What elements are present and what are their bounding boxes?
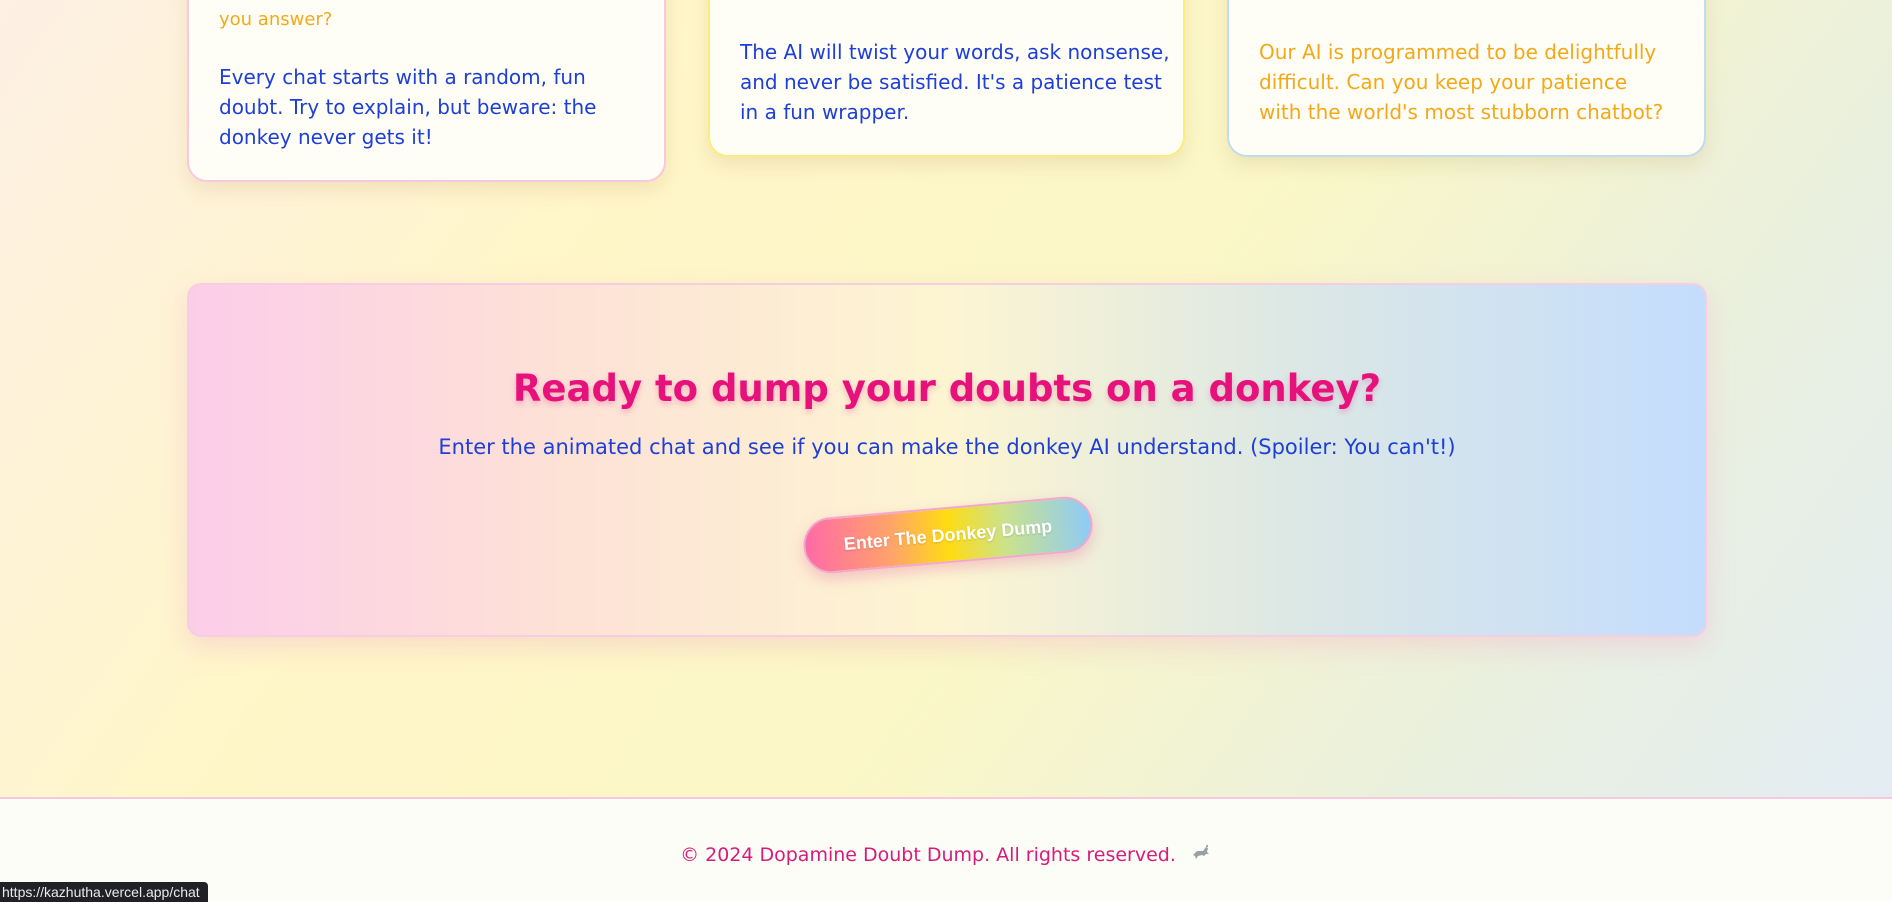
enter-donkey-dump-button[interactable]: Enter The Donkey Dump [801,494,1095,576]
status-bar-url: https://kazhutha.vercel.app/chat [0,882,208,902]
footer-copyright: © 2024 Dopamine Doubt Dump. All rights r… [680,844,1176,866]
donkey-icon [1190,844,1212,866]
feature-card-1: you answer? Every chat starts with a ran… [187,0,666,182]
cta-panel: Ready to dump your doubts on a donkey? E… [187,283,1707,637]
feature-card-3: Our AI is programmed to be delightfully … [1227,0,1706,157]
footer-copyright-line: © 2024 Dopamine Doubt Dump. All rights r… [0,843,1892,866]
cta-subtitle: Enter the animated chat and see if you c… [438,435,1456,459]
card-1-text-blue: Every chat starts with a random, fun dou… [219,65,597,149]
footer: © 2024 Dopamine Doubt Dump. All rights r… [0,797,1892,902]
card-2-text-blue: The AI will twist your words, ask nonsen… [740,40,1170,124]
cta-title: Ready to dump your doubts on a donkey? [512,367,1382,410]
card-3-text-orange: Our AI is programmed to be delightfully … [1259,40,1664,124]
feature-card-2: The AI will twist your words, ask nonsen… [708,0,1185,157]
card-1-text-orange: you answer? [219,9,333,30]
